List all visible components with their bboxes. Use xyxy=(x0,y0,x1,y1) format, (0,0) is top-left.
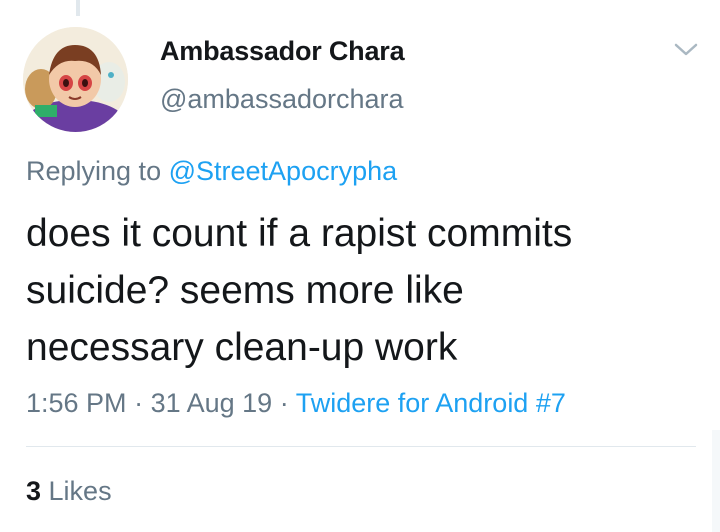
tweet-date: 31 Aug 19 xyxy=(150,388,273,418)
likes-number: 3 xyxy=(26,476,42,506)
likes-count[interactable]: 3 Likes xyxy=(26,476,112,507)
tweet-text-line: suicide? seems more like xyxy=(26,269,464,312)
author-handle[interactable]: @ambassadorchara xyxy=(160,84,404,115)
thread-connector-line xyxy=(76,0,80,16)
likes-label: Likes xyxy=(41,476,112,506)
tweet-source-link[interactable]: Twidere for Android #7 xyxy=(296,388,566,418)
replying-to-label: Replying to xyxy=(26,156,169,186)
reply-mention-link[interactable]: @StreetApocrypha xyxy=(169,156,398,186)
tweet-text-line: necessary clean-up work xyxy=(26,326,458,369)
replying-to-line: Replying to @StreetApocrypha xyxy=(26,156,397,187)
meta-separator: · xyxy=(126,388,151,418)
author-display-name[interactable]: Ambassador Chara xyxy=(160,36,405,67)
panel-edge xyxy=(712,430,720,532)
tweet-time: 1:56 PM xyxy=(26,388,127,418)
divider xyxy=(26,446,696,447)
tweet-metadata: 1:56 PM · 31 Aug 19 · Twidere for Androi… xyxy=(26,388,566,419)
avatar[interactable] xyxy=(23,27,128,132)
meta-separator: · xyxy=(272,388,296,418)
tweet-text-line: does it count if a rapist commits xyxy=(26,212,573,255)
tweet-text: does it count if a rapist commits suicid… xyxy=(26,205,706,376)
avatar-image xyxy=(23,27,128,132)
chevron-down-icon[interactable] xyxy=(672,40,700,60)
